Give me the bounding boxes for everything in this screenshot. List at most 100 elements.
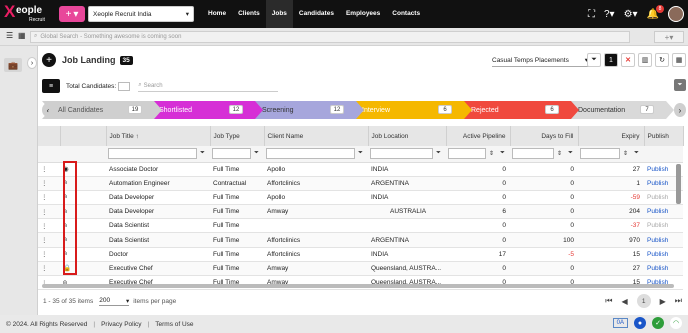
pipeline-stage-screening[interactable]: Screening 12 bbox=[246, 101, 364, 119]
global-search-input[interactable]: ⌕ Global Search - Something awesome is co… bbox=[30, 30, 630, 43]
job-title-cell[interactable]: Doctor bbox=[106, 247, 210, 262]
spinner-icon[interactable]: ⇕ bbox=[620, 148, 631, 159]
filter-toggle-icon[interactable]: ≡ bbox=[42, 79, 60, 93]
publish-link[interactable]: Publish bbox=[644, 261, 683, 277]
add-job-button[interactable]: + bbox=[42, 53, 56, 67]
location-filter[interactable]: ⏷ bbox=[370, 148, 444, 160]
row-menu-icon[interactable]: ⋮ bbox=[38, 247, 60, 262]
row-menu-icon[interactable]: ⋮ bbox=[38, 261, 60, 277]
filter-input[interactable] bbox=[370, 148, 433, 160]
vertical-scrollbar[interactable] bbox=[676, 164, 681, 204]
clear-filter-icon[interactable]: ✕ bbox=[621, 53, 635, 67]
filter-icon[interactable]: ⏷ bbox=[631, 148, 642, 159]
pipeline-stage-all-candidates[interactable]: All Candidates 19 bbox=[42, 101, 162, 119]
filter-icon[interactable]: ⏷ bbox=[587, 53, 601, 67]
nav-employees[interactable]: Employees bbox=[340, 0, 386, 28]
page-size-select[interactable]: 200 ▾ bbox=[99, 296, 130, 306]
table-row[interactable]: ⋮ ⍝ Data Scientist Full Time 0 0 -37 Publish bbox=[38, 218, 683, 234]
filter-icon[interactable]: ⏷ bbox=[565, 148, 576, 159]
xeople-logo[interactable]: X eople Recruit bbox=[2, 0, 54, 28]
col-publish[interactable]: Publish bbox=[644, 126, 684, 146]
fullscreen-icon[interactable]: ⛶ bbox=[588, 9, 595, 20]
row-menu-icon[interactable]: ⋮ bbox=[38, 162, 60, 177]
nav-home[interactable]: Home bbox=[202, 0, 232, 28]
horizontal-scrollbar[interactable] bbox=[42, 284, 674, 288]
filter-input[interactable] bbox=[108, 148, 197, 160]
filter-icon[interactable]: ⏷ bbox=[251, 148, 262, 159]
pipeline-next-icon[interactable]: › bbox=[674, 103, 686, 117]
language-badge[interactable]: 0A bbox=[612, 318, 628, 328]
table-row[interactable]: ⋮ ⍝ Data Developer Full Time Amway AUSTRALIA 6… bbox=[38, 204, 683, 220]
col-days-to-fill[interactable]: Days to Fill bbox=[510, 126, 579, 146]
filter-input[interactable] bbox=[212, 148, 251, 160]
expiry-filter[interactable]: ⇕ ⏷ bbox=[580, 148, 642, 160]
table-search-input[interactable]: ⌕ Search bbox=[138, 81, 279, 92]
job-title-filter[interactable]: ⏷ bbox=[108, 148, 208, 160]
row-menu-icon[interactable]: ⋮ bbox=[38, 218, 60, 234]
publish-link[interactable]: Publish bbox=[644, 218, 683, 234]
spinner-icon[interactable]: ⇕ bbox=[486, 148, 497, 159]
publish-link[interactable]: Publish bbox=[644, 232, 683, 248]
check-icon[interactable]: ✓ bbox=[652, 317, 664, 329]
row-menu-icon[interactable]: ⋮ bbox=[38, 176, 60, 191]
col-expiry[interactable]: Expiry bbox=[578, 126, 645, 146]
filter-icon[interactable]: ⏷ bbox=[433, 148, 444, 159]
expand-sidebar-icon[interactable]: › bbox=[27, 57, 37, 69]
nav-jobs[interactable]: Jobs bbox=[265, 0, 293, 28]
col-active-pipeline[interactable]: Active Pipeline bbox=[446, 126, 511, 146]
nav-clients[interactable]: Clients bbox=[232, 0, 266, 28]
row-menu-icon[interactable]: ⋮ bbox=[38, 232, 60, 248]
columns-icon[interactable]: ▥ bbox=[638, 53, 652, 67]
col-job-type[interactable]: Job Type bbox=[210, 126, 265, 146]
help-icon[interactable]: ?▾ bbox=[604, 9, 615, 20]
avatar[interactable] bbox=[668, 6, 684, 22]
company-select[interactable]: Xeople Recruit India ▾ bbox=[88, 6, 194, 22]
list-icon[interactable]: ☰ bbox=[6, 31, 13, 40]
filter-input[interactable] bbox=[266, 148, 355, 160]
job-title-cell[interactable]: Automation Engineer bbox=[106, 176, 210, 191]
job-title-cell[interactable]: Data Developer bbox=[106, 190, 210, 206]
row-menu-icon[interactable]: ⋮ bbox=[38, 204, 60, 220]
col-job-title[interactable]: Job Title ↑ bbox=[106, 126, 211, 146]
quick-create-button[interactable]: + ▾ bbox=[59, 6, 85, 22]
table-row[interactable]: ⋮ ⍝ Automation Engineer Contractual Affortcl… bbox=[38, 176, 683, 191]
col-client-name[interactable]: Client Name bbox=[264, 126, 369, 146]
nav-contacts[interactable]: Contacts bbox=[386, 0, 426, 28]
table-row[interactable]: ⋮ 🔒 Executive Chef Full Time Amway Queensland… bbox=[38, 261, 683, 277]
view-select[interactable]: Casual Temps Placements▾ bbox=[492, 54, 590, 67]
job-type-filter[interactable]: ⏷ bbox=[212, 148, 262, 160]
bell-icon[interactable]: 🔔 8 bbox=[647, 4, 664, 20]
table-row[interactable]: ⋮ ◉ Associate Doctor Full Time Apollo INDIA 0 0… bbox=[38, 162, 683, 177]
filter-input[interactable] bbox=[580, 148, 620, 160]
col-job-location[interactable]: Job Location bbox=[368, 126, 447, 146]
column-filter-icon[interactable]: ⏷ bbox=[674, 79, 686, 91]
filter-icon[interactable]: ⏷ bbox=[497, 148, 508, 159]
table-row[interactable]: ⋮ ⍝ Doctor Full Time Affortclinics INDIA 17 -5 1… bbox=[38, 247, 683, 262]
publish-link[interactable]: Publish bbox=[644, 204, 683, 220]
job-title-cell[interactable]: Data Scientist bbox=[106, 232, 210, 248]
terms-link[interactable]: Terms of Use bbox=[155, 321, 193, 328]
filter-input[interactable] bbox=[512, 148, 554, 160]
apps-icon[interactable]: ▦ bbox=[672, 53, 686, 67]
job-title-cell[interactable]: Associate Doctor bbox=[106, 162, 210, 177]
job-title-cell[interactable]: Executive Chef bbox=[106, 261, 210, 277]
page-number[interactable]: 1 bbox=[636, 294, 651, 308]
job-title-cell[interactable]: Data Developer bbox=[106, 204, 210, 220]
user-icon[interactable]: ● bbox=[634, 317, 646, 329]
grid-icon[interactable]: ▦ bbox=[18, 31, 26, 40]
filter-input[interactable] bbox=[448, 148, 486, 160]
job-title-cell[interactable]: Data Scientist bbox=[106, 218, 210, 234]
table-row[interactable]: ⋮ ⍝ Data Developer Full Time Apollo INDIA 0 0 -5… bbox=[38, 190, 683, 206]
last-page-icon[interactable]: ⏭ bbox=[675, 296, 682, 306]
gear-icon[interactable]: ⚙▾ bbox=[624, 9, 638, 20]
table-row[interactable]: ⋮ ⍝ Data Scientist Full Time Affortclinics AR… bbox=[38, 232, 683, 248]
filter-icon[interactable]: ⏷ bbox=[197, 148, 208, 159]
publish-link[interactable]: Publish bbox=[644, 247, 683, 262]
client-filter[interactable]: ⏷ bbox=[266, 148, 366, 160]
pipeline-filter[interactable]: ⇕ ⏷ bbox=[448, 148, 508, 160]
spinner-icon[interactable]: ⇕ bbox=[554, 148, 565, 159]
pipeline-stage-rejected[interactable]: Rejected 6 bbox=[455, 101, 579, 119]
next-page-icon[interactable]: ▶ bbox=[660, 297, 666, 306]
filter-icon[interactable]: ⏷ bbox=[355, 148, 366, 159]
privacy-link[interactable]: Privacy Policy bbox=[101, 321, 141, 328]
